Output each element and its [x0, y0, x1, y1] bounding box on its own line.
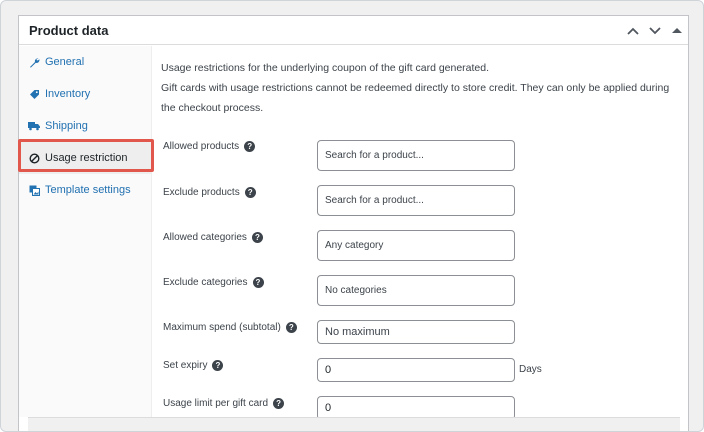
exclude-categories-label: Exclude categories ?: [163, 277, 264, 288]
tab-template-settings-label: Template settings: [45, 184, 131, 196]
intro-line-2: Gift cards with usage restrictions canno…: [161, 82, 670, 114]
caret-up-icon: [672, 28, 682, 33]
truck-icon: [27, 119, 41, 133]
set-expiry-input[interactable]: [317, 358, 515, 382]
help-icon[interactable]: ?: [285, 322, 297, 333]
image-icon: [27, 183, 41, 197]
help-icon[interactable]: ?: [252, 277, 264, 288]
help-icon[interactable]: ?: [251, 232, 263, 243]
panel-footer: [28, 417, 680, 431]
toggle-panel-button[interactable]: [666, 16, 688, 45]
window-frame: Product data General Inventory Shipping …: [0, 0, 704, 432]
exclude-products-label: Exclude products ?: [163, 187, 256, 198]
wrench-icon: [27, 55, 41, 69]
help-icon[interactable]: ?: [273, 398, 285, 409]
maximum-spend-input[interactable]: No maximum: [317, 320, 515, 344]
help-icon[interactable]: ?: [244, 187, 256, 198]
panel-title: Product data: [29, 22, 109, 38]
panel-controls: [622, 16, 688, 45]
tab-inventory-label: Inventory: [45, 88, 91, 100]
allowed-products-label: Allowed products ?: [163, 141, 256, 152]
move-down-button[interactable]: [644, 16, 666, 45]
set-expiry-label: Set expiry ?: [163, 360, 224, 371]
help-icon[interactable]: ?: [212, 360, 224, 371]
tab-inventory[interactable]: Inventory: [19, 78, 151, 110]
help-icon[interactable]: ?: [244, 141, 256, 152]
chevron-down-icon: [649, 26, 661, 34]
ban-icon: [27, 151, 41, 165]
expiry-unit: Days: [519, 364, 542, 375]
allowed-categories-label: Allowed categories ?: [163, 232, 263, 243]
exclude-categories-field[interactable]: No categories: [317, 275, 515, 306]
maximum-spend-label: Maximum spend (subtotal) ?: [163, 322, 297, 333]
tab-shipping-label: Shipping: [45, 120, 88, 132]
exclude-products-field[interactable]: Search for a product...: [317, 185, 515, 216]
tab-usage-restriction[interactable]: Usage restriction: [19, 142, 151, 174]
chevron-up-icon: [627, 27, 639, 35]
panel-header: Product data: [19, 16, 688, 45]
usage-limit-value[interactable]: [325, 402, 514, 414]
usage-limit-label: Usage limit per gift card ?: [163, 398, 285, 409]
product-data-tabs: General Inventory Shipping Usage restric…: [19, 46, 152, 417]
set-expiry-value[interactable]: [325, 364, 514, 376]
allowed-products-field[interactable]: Search for a product...: [317, 140, 515, 171]
tab-usage-restriction-label: Usage restriction: [45, 152, 128, 164]
tab-general[interactable]: General: [19, 46, 151, 78]
tag-icon: [27, 87, 41, 101]
tab-general-label: General: [45, 56, 85, 68]
usage-restriction-panel: Usage restrictions for the underlying co…: [153, 46, 688, 420]
allowed-categories-field[interactable]: Any category: [317, 230, 515, 261]
product-data-panel: Product data General Inventory Shipping …: [18, 15, 689, 431]
tab-shipping[interactable]: Shipping: [19, 110, 151, 142]
intro-text: Usage restrictions for the underlying co…: [161, 58, 671, 118]
move-up-button[interactable]: [622, 16, 644, 45]
intro-line-1: Usage restrictions for the underlying co…: [161, 62, 490, 74]
tab-template-settings[interactable]: Template settings: [19, 174, 151, 206]
